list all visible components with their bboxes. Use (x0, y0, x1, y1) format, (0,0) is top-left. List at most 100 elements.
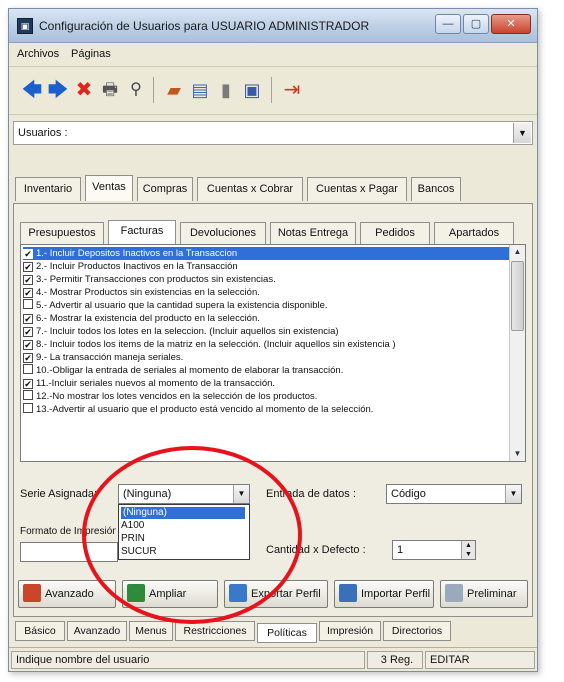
serie-option[interactable]: A100 (121, 520, 144, 532)
new-folder-icon[interactable]: ▰ (161, 77, 187, 103)
users-input[interactable] (76, 124, 510, 142)
option-label: 4.- Mostrar Productos sin existencias en… (36, 287, 260, 298)
delete-x-icon[interactable]: ✖ (71, 77, 97, 103)
checkbox[interactable]: ✔ (23, 314, 33, 324)
checkbox[interactable] (23, 403, 33, 413)
serie-option[interactable]: PRIN (121, 533, 145, 545)
tab-avanzado[interactable]: Avanzado (67, 621, 127, 641)
tab-restricciones[interactable]: Restricciones (175, 621, 255, 641)
ampliar-button[interactable]: Ampliar (122, 580, 218, 608)
tab-compras[interactable]: Compras (137, 177, 193, 201)
tab-bancos[interactable]: Bancos (411, 177, 461, 201)
menu-paginas[interactable]: Páginas (71, 48, 111, 60)
exit-door-icon[interactable]: ⇥ (279, 77, 305, 103)
expand-icon (127, 584, 145, 602)
option-label: 11.-Incluir seriales nuevos al momento d… (36, 378, 276, 389)
chevron-down-icon[interactable]: ▼ (233, 485, 249, 503)
subtab-pedidos[interactable]: Pedidos (360, 222, 430, 244)
subtab-facturas[interactable]: Facturas (108, 220, 176, 244)
option-label: 7.- Incluir todos los lotes en la selecc… (36, 326, 339, 337)
maximize-button[interactable]: ▢ (463, 14, 489, 34)
option-label: 5.- Advertir al usuario que la cantidad … (36, 300, 328, 311)
back-arrow-icon[interactable]: 🡄 (19, 77, 45, 103)
tab-cuentas-pagar[interactable]: Cuentas x Pagar (307, 177, 407, 201)
option-item-5[interactable]: 5.- Advertir al usuario que la cantidad … (23, 299, 509, 312)
status-bar: Indique nombre del usuario 3 Reg. EDITAR (9, 647, 537, 671)
formato-select[interactable] (20, 542, 118, 562)
checkbox[interactable] (23, 299, 33, 309)
preview-icon (445, 584, 463, 602)
checkbox[interactable]: ✔ (23, 327, 33, 337)
chevron-down-icon[interactable]: ▼ (505, 485, 521, 503)
button-label: Importar Perfil (361, 588, 431, 600)
tab-menus[interactable]: Menus (129, 621, 173, 641)
scroll-thumb[interactable] (511, 261, 524, 331)
serie-option[interactable]: (Ninguna) (121, 507, 245, 519)
menu-archivos[interactable]: Archivos (17, 48, 59, 60)
option-item-1[interactable]: ✔ 1.- Incluir Depositos Inactivos en la T… (23, 247, 509, 260)
option-item-4[interactable]: ✔ 4.- Mostrar Productos sin existencias e… (23, 286, 509, 299)
serie-dropdown-list: (Ninguna) A100 PRIN SUCUR (118, 504, 250, 560)
trash-icon[interactable]: ▮ (213, 77, 239, 103)
option-item-2[interactable]: ✔ 2.- Incluir Productos Inactivos en la T… (23, 260, 509, 273)
spin-arrows-icon[interactable]: ▲ ▼ (461, 541, 475, 559)
option-item-8[interactable]: ✔ 8.- Incluir todos los items de la matri… (23, 338, 509, 351)
scroll-down-icon[interactable]: ▼ (510, 447, 525, 461)
subtab-devoluciones[interactable]: Devoluciones (180, 222, 266, 244)
exportar-perfil-button[interactable]: Exportar Perfil (224, 580, 328, 608)
users-label: Usuarios : (18, 127, 68, 139)
minimize-button[interactable]: — (435, 14, 461, 34)
edit-document-icon[interactable]: ▤ (187, 77, 213, 103)
checkbox[interactable] (23, 364, 33, 374)
checkbox[interactable]: ✔ (23, 249, 33, 259)
option-label: 10.-Obligar la entrada de seriales al mo… (36, 365, 344, 376)
button-label: Ampliar (149, 588, 187, 600)
checkbox[interactable]: ✔ (23, 288, 33, 298)
scroll-up-icon[interactable]: ▲ (510, 245, 525, 259)
serie-select[interactable]: (Ninguna) ▼ (118, 484, 250, 504)
entrada-select[interactable]: Código ▼ (386, 484, 522, 504)
tab-politicas[interactable]: Políticas (257, 623, 317, 643)
checkbox[interactable]: ✔ (23, 340, 33, 350)
tab-cuentas-cobrar[interactable]: Cuentas x Cobrar (197, 177, 303, 201)
option-label: 6.- Mostrar la existencia del producto e… (36, 313, 260, 324)
tab-basico[interactable]: Básico (15, 621, 65, 641)
subtab-notas-entrega[interactable]: Notas Entrega (270, 222, 356, 244)
users-dropdown-button[interactable]: ▼ (513, 123, 531, 143)
option-label: 1.- Incluir Depositos Inactivos en la Tr… (36, 248, 238, 259)
checkbox[interactable]: ✔ (23, 262, 33, 272)
ventas-panel: Presupuestos Facturas Devoluciones Notas… (13, 203, 533, 617)
avanzado-button[interactable]: Avanzado (18, 580, 116, 608)
subtab-presupuestos[interactable]: Presupuestos (20, 222, 104, 244)
search-icon[interactable]: ⚲ (123, 77, 149, 103)
tab-ventas[interactable]: Ventas (85, 175, 133, 201)
serie-option[interactable]: SUCUR (121, 546, 157, 558)
checkbox[interactable]: ✔ (23, 275, 33, 285)
forward-arrow-icon[interactable]: 🡆 (45, 77, 71, 103)
option-item-9[interactable]: ✔ 9.- La transacción maneja seriales. (23, 351, 509, 364)
option-item-10[interactable]: 10.-Obligar la entrada de seriales al mo… (23, 364, 509, 377)
option-item-12[interactable]: 12.-No mostrar los lotes vencidos en la … (23, 390, 509, 403)
print-icon[interactable]: 🖶 (97, 77, 123, 103)
tab-directorios[interactable]: Directorios (383, 621, 451, 641)
option-item-3[interactable]: ✔ 3.- Permitir Transacciones con producto… (23, 273, 509, 286)
tab-impresion[interactable]: Impresión (319, 621, 381, 641)
checkbox[interactable]: ✔ (23, 379, 33, 389)
option-label: 3.- Permitir Transacciones con productos… (36, 274, 276, 285)
option-item-6[interactable]: ✔ 6.- Mostrar la existencia del producto … (23, 312, 509, 325)
subtab-apartados[interactable]: Apartados (434, 222, 514, 244)
importar-perfil-button[interactable]: Importar Perfil (334, 580, 434, 608)
option-label: 12.-No mostrar los lotes vencidos en la … (36, 391, 318, 402)
preliminar-button[interactable]: Preliminar (440, 580, 528, 608)
close-button[interactable]: ✕ (491, 14, 531, 34)
cantidad-stepper[interactable]: 1 ▲ ▼ (392, 540, 476, 560)
save-icon[interactable]: ▣ (239, 77, 265, 103)
option-item-7[interactable]: ✔ 7.- Incluir todos los lotes en la selec… (23, 325, 509, 338)
tab-inventario[interactable]: Inventario (15, 177, 81, 201)
option-label: 8.- Incluir todos los items de la matriz… (36, 339, 396, 350)
options-scrollbar[interactable]: ▲ ▼ (509, 245, 525, 461)
checkbox[interactable]: ✔ (23, 353, 33, 363)
option-item-11[interactable]: ✔ 11.-Incluir seriales nuevos al momento … (23, 377, 509, 390)
checkbox[interactable] (23, 390, 33, 400)
option-item-13[interactable]: 13.-Advertir al usuario que el producto … (23, 403, 509, 416)
